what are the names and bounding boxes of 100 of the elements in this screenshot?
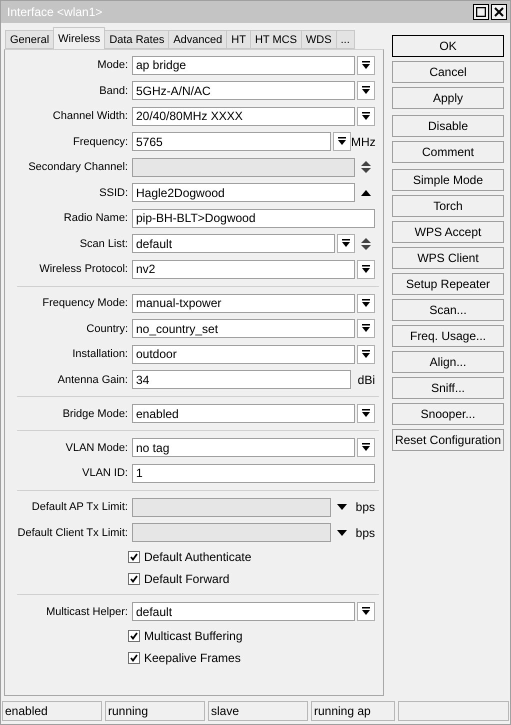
action-button[interactable]: WPS Accept — [392, 221, 504, 243]
tab[interactable]: HT MCS — [250, 30, 302, 49]
field-label: Frequency Mode: — [41, 297, 129, 309]
action-button[interactable]: Setup Repeater — [392, 273, 504, 295]
checkbox[interactable] — [128, 573, 140, 585]
dropdown-field[interactable]: enabled — [132, 404, 355, 423]
field-label: Bridge Mode: — [62, 408, 129, 420]
dropdown-field[interactable]: no_country_set — [132, 319, 355, 338]
tab[interactable]: WDS — [300, 30, 337, 49]
dropdown-button[interactable] — [337, 234, 355, 253]
up-down-arrows-icon[interactable] — [361, 238, 371, 250]
tab[interactable]: General — [5, 30, 54, 49]
field-label: Antenna Gain: — [56, 374, 129, 386]
dropdown-field[interactable]: nv2 — [132, 260, 355, 278]
field-label: Installation: — [71, 348, 129, 360]
input-field[interactable]: 34 — [132, 370, 351, 389]
action-button[interactable]: Freq. Usage... — [392, 325, 504, 347]
dropdown-button[interactable] — [357, 404, 375, 423]
dropdown-button[interactable] — [357, 344, 375, 364]
action-button[interactable]: OK — [392, 35, 504, 57]
tab[interactable]: ... — [336, 30, 355, 49]
unit-label: bps — [354, 526, 375, 540]
dropdown-button[interactable] — [357, 294, 375, 312]
dropdown-field[interactable]: default — [132, 234, 335, 253]
field-label: VLAN Mode: — [64, 442, 129, 454]
dropdown-button[interactable] — [357, 81, 375, 100]
dropdown-field[interactable]: ap bridge — [132, 56, 355, 74]
action-button[interactable]: Simple Mode — [392, 169, 504, 191]
check-icon — [130, 575, 138, 583]
dropdown-button[interactable] — [357, 602, 375, 621]
dropdown-field[interactable]: 5765 — [132, 132, 331, 151]
action-button[interactable]: Comment — [392, 141, 504, 163]
dropdown-icon — [362, 443, 370, 452]
dropdown-button[interactable] — [357, 56, 375, 74]
field-label: Wireless Protocol: — [38, 263, 129, 275]
dropdown-button[interactable] — [357, 438, 375, 457]
action-button[interactable]: Sniff... — [392, 377, 504, 399]
status-cell: slave — [208, 701, 308, 721]
tab[interactable]: Advanced — [168, 30, 228, 49]
dropdown-field[interactable]: manual-txpower — [132, 294, 355, 312]
dropdown-icon — [362, 350, 370, 358]
check-icon — [130, 632, 138, 640]
field-label: Default Client Tx Limit: — [16, 526, 129, 538]
action-button[interactable]: Snooper... — [392, 403, 504, 425]
maximize-icon — [476, 7, 486, 17]
checkbox[interactable] — [128, 630, 140, 642]
checkbox-label: Default Authenticate — [144, 550, 252, 564]
dropdown-icon — [338, 137, 346, 146]
tab[interactable]: Data Rates — [104, 30, 170, 49]
dropdown-icon — [362, 60, 370, 70]
check-icon — [130, 552, 138, 560]
tab[interactable]: HT — [226, 30, 251, 49]
dropdown-icon — [342, 239, 350, 248]
dropdown-icon — [362, 324, 370, 333]
action-button[interactable]: Apply — [392, 87, 504, 109]
dropdown-field[interactable]: outdoor — [132, 344, 355, 364]
field-label: Mode: — [96, 59, 129, 71]
dropdown-field[interactable]: 20/40/80MHz XXXX — [132, 106, 355, 126]
action-button[interactable]: Disable — [392, 115, 504, 137]
action-button[interactable]: Scan... — [392, 299, 504, 321]
status-cell: enabled — [2, 701, 102, 721]
action-button[interactable]: Align... — [392, 351, 504, 373]
dropdown-button[interactable] — [357, 106, 375, 126]
checkbox-label: Multicast Buffering — [144, 628, 242, 642]
close-button[interactable] — [491, 4, 507, 20]
input-field[interactable]: pip-BH-BLT>Dogwood — [132, 208, 375, 228]
field-label: VLAN ID: — [81, 467, 129, 479]
up-arrow-icon[interactable] — [361, 190, 371, 196]
field-label: Multicast Helper: — [45, 606, 129, 618]
dropdown-icon — [362, 86, 370, 95]
dropdown-icon — [362, 409, 370, 418]
action-button[interactable]: Cancel — [392, 61, 504, 83]
dropdown-button[interactable] — [357, 260, 375, 278]
status-cell: running — [105, 701, 205, 721]
dropdown-icon — [362, 264, 370, 274]
action-button[interactable]: Torch — [392, 195, 504, 217]
status-cell: running ap — [311, 701, 395, 721]
dropdown-icon — [362, 298, 370, 308]
checkbox[interactable] — [128, 652, 140, 664]
input-field[interactable]: 1 — [132, 464, 375, 482]
checkbox[interactable] — [128, 550, 140, 562]
maximize-button[interactable] — [473, 4, 489, 20]
field-label: Radio Name: — [62, 212, 129, 224]
dropdown-field[interactable]: default — [132, 602, 355, 621]
close-icon — [494, 7, 504, 17]
dropdown-field[interactable]: no tag — [132, 438, 355, 457]
dropdown-icon — [362, 112, 370, 120]
window-title: Interface <wlan1> — [7, 5, 102, 19]
field-label: Scan List: — [78, 238, 129, 250]
dropdown-button[interactable] — [357, 319, 375, 338]
action-button[interactable]: WPS Client — [392, 247, 504, 269]
action-button[interactable]: Reset Configuration — [392, 429, 504, 451]
dropdown-field[interactable]: 5GHz-A/N/AC — [132, 81, 355, 100]
field-label: SSID: — [98, 186, 129, 198]
checkbox-label: Default Forward — [144, 572, 230, 586]
dropdown-button[interactable] — [333, 132, 351, 151]
dropdown-icon — [362, 607, 370, 616]
field-label: Default AP Tx Limit: — [30, 501, 129, 513]
checkbox-label: Keepalive Frames — [144, 651, 241, 665]
input-field[interactable]: Hagle2Dogwood — [132, 183, 355, 202]
